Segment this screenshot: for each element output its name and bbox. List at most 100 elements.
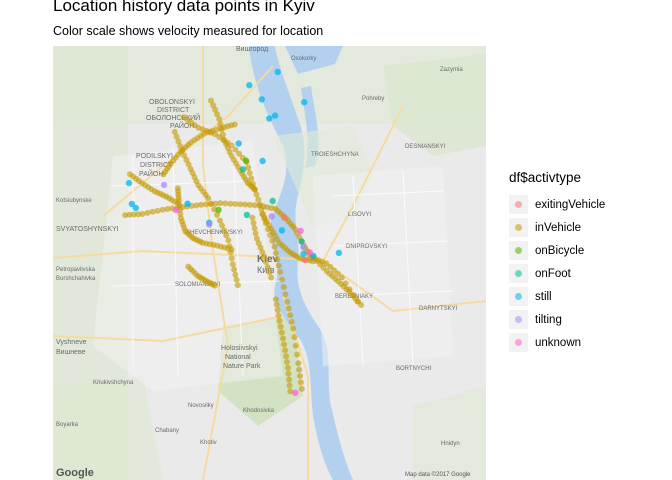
data-point-still bbox=[300, 250, 307, 257]
route-point bbox=[234, 282, 241, 289]
route-point bbox=[139, 211, 146, 217]
route-point bbox=[272, 250, 279, 257]
route-point bbox=[228, 255, 235, 262]
data-point-tilting bbox=[300, 243, 307, 251]
legend-swatch-onfoot bbox=[515, 270, 522, 277]
route-point bbox=[286, 382, 293, 389]
route-point bbox=[285, 305, 292, 312]
route-point bbox=[283, 353, 290, 360]
data-point-still bbox=[259, 157, 266, 165]
route-point bbox=[288, 318, 295, 325]
route-point bbox=[205, 195, 212, 202]
data-point-onfoot bbox=[298, 238, 305, 245]
route-point bbox=[275, 262, 282, 269]
legend-item-still: still bbox=[509, 285, 605, 308]
legend-label: still bbox=[535, 290, 552, 303]
data-point-still bbox=[235, 140, 242, 147]
data-point-tilting bbox=[268, 213, 275, 220]
map-panel[interactable]: Вишгород Osokorky OBOLONSKYI DISTRICT ОБ… bbox=[53, 46, 486, 480]
route-point bbox=[266, 269, 273, 276]
route-point bbox=[246, 170, 253, 176]
route-point bbox=[277, 269, 284, 275]
route-point bbox=[272, 296, 279, 303]
route-point bbox=[144, 209, 151, 216]
data-point-onfoot bbox=[243, 211, 251, 219]
route-point bbox=[231, 121, 238, 128]
route-point bbox=[280, 284, 287, 290]
legend-label: exitingVehicle bbox=[535, 198, 606, 211]
route-point bbox=[229, 261, 236, 268]
route-point bbox=[211, 282, 218, 289]
data-point-unknown bbox=[306, 249, 313, 256]
route-point bbox=[264, 264, 271, 271]
legend-swatch-exitingvehicle bbox=[515, 201, 522, 208]
legend-item-exitingvehicle: exitingVehicle bbox=[509, 193, 605, 216]
legend-item-invehicle: inVehicle bbox=[509, 216, 605, 239]
legend-swatch-tilting bbox=[515, 316, 522, 323]
data-point-tilting bbox=[160, 181, 168, 189]
route-point bbox=[232, 271, 239, 278]
legend-key bbox=[509, 310, 528, 329]
route-point bbox=[285, 370, 292, 377]
data-point-still bbox=[184, 200, 191, 207]
route-point bbox=[358, 302, 365, 308]
legend-key bbox=[509, 333, 528, 352]
map-attribution: Map data ©2017 Google bbox=[405, 471, 471, 478]
route-point bbox=[251, 225, 258, 232]
route-point bbox=[262, 258, 269, 265]
route-point bbox=[233, 276, 240, 283]
route-point bbox=[295, 360, 302, 367]
route-point bbox=[285, 364, 291, 371]
route-point bbox=[284, 298, 291, 305]
legend-key bbox=[509, 218, 528, 237]
map-svg[interactable]: Вишгород Osokorky OBOLONSKYI DISTRICT ОБ… bbox=[53, 46, 486, 480]
data-point-onbicycle bbox=[242, 157, 250, 164]
basemap: Вишгород Osokorky OBOLONSKYI DISTRICT ОБ… bbox=[53, 46, 486, 480]
legend-label: tilting bbox=[535, 313, 562, 326]
data-point-unknown bbox=[297, 227, 304, 234]
route-point bbox=[251, 186, 258, 193]
route-point bbox=[284, 359, 290, 365]
route-point bbox=[271, 243, 278, 250]
legend-label: unknown bbox=[535, 336, 582, 349]
route-point bbox=[286, 376, 293, 383]
legend-item-onfoot: onFoot bbox=[509, 262, 605, 285]
route-point bbox=[174, 200, 181, 207]
route-point bbox=[231, 266, 238, 273]
legend-swatch-invehicle bbox=[515, 224, 522, 231]
data-point-still bbox=[335, 249, 343, 257]
legend-item-tilting: tilting bbox=[509, 308, 605, 331]
legend-key bbox=[509, 287, 528, 306]
data-point-still bbox=[301, 99, 308, 106]
route-point bbox=[297, 379, 304, 386]
data-point-onbicycle bbox=[215, 206, 222, 214]
route-point bbox=[275, 312, 282, 319]
route-point bbox=[268, 274, 275, 281]
route-point bbox=[250, 220, 257, 226]
route-point bbox=[154, 207, 161, 214]
route-point bbox=[290, 325, 297, 332]
route-point bbox=[294, 351, 301, 358]
data-point-exitingvehicle bbox=[281, 214, 288, 221]
route-point bbox=[273, 301, 280, 308]
route-point bbox=[149, 208, 156, 215]
legend-label: onFoot bbox=[535, 267, 571, 280]
legend: df$activtype exitingVehicle inVehicle on… bbox=[509, 170, 605, 354]
data-point-still bbox=[271, 112, 279, 119]
legend-label: onBicycle bbox=[535, 244, 585, 257]
route-point bbox=[282, 291, 289, 298]
route-point bbox=[274, 307, 281, 313]
legend-key bbox=[509, 195, 528, 214]
legend-swatch-still bbox=[515, 293, 522, 300]
route-point bbox=[298, 385, 305, 392]
data-point-still bbox=[274, 68, 281, 76]
legend-swatch-unknown bbox=[515, 339, 522, 346]
route-point bbox=[228, 246, 235, 253]
data-point-still bbox=[258, 96, 265, 103]
legend-item-unknown: unknown bbox=[509, 331, 605, 354]
route-point bbox=[261, 253, 268, 260]
chart-subtitle: Color scale shows velocity measured for … bbox=[53, 24, 324, 38]
data-point-onfoot bbox=[269, 197, 276, 205]
route-point bbox=[255, 196, 262, 203]
data-point-still bbox=[125, 179, 133, 187]
